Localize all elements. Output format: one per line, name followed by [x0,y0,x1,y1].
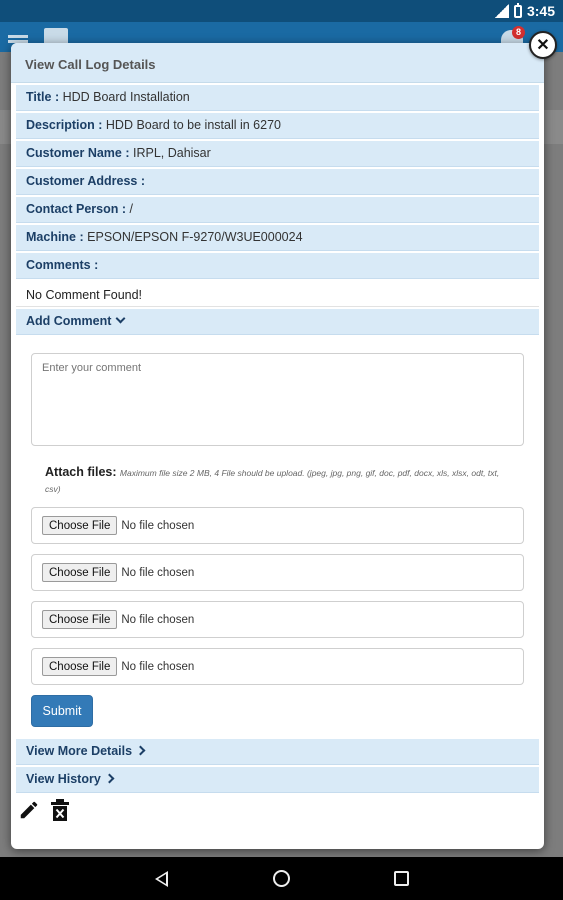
back-icon[interactable] [155,871,168,887]
file-input-4[interactable]: Choose File No file chosen [31,648,524,685]
call-log-modal: View Call Log Details Title : HDD Board … [11,43,544,849]
detail-value: HDD Board to be install in 6270 [105,118,281,132]
detail-row-contact-person: Contact Person : / [16,197,539,223]
recents-icon[interactable] [394,871,409,886]
file-input-3[interactable]: Choose File No file chosen [31,601,524,638]
no-comment-text: No Comment Found! [16,281,539,307]
file-status: No file chosen [121,660,195,673]
battery-icon [513,2,522,18]
comment-form: Attach files: Maximum file size 2 MB, 4 … [11,337,544,727]
choose-file-button[interactable]: Choose File [42,516,118,535]
file-status: No file chosen [121,566,195,579]
file-status: No file chosen [121,613,195,626]
detail-label: Customer Address : [26,174,146,188]
edit-icon[interactable] [18,799,40,821]
chevron-right-icon [135,745,146,756]
detail-row-customer-address: Customer Address : [16,169,539,195]
detail-label: Title : [26,90,60,104]
detail-row-customer-name: Customer Name : IRPL, Dahisar [16,141,539,167]
modal-title: View Call Log Details [11,43,544,83]
choose-file-button[interactable]: Choose File [42,563,118,582]
file-input-1[interactable]: Choose File No file chosen [31,507,524,544]
view-history-label: View History [26,772,101,786]
chevron-down-icon [115,313,126,324]
choose-file-button[interactable]: Choose File [42,657,118,676]
choose-file-button[interactable]: Choose File [42,610,118,629]
detail-value: / [129,202,133,216]
detail-label: Contact Person : [26,202,127,216]
home-icon[interactable] [273,870,290,887]
details-list: Title : HDD Board Installation Descripti… [11,83,544,335]
detail-row-comments: Comments : [16,253,539,279]
row-actions [18,799,70,821]
status-time: 3:45 [526,3,555,19]
detail-row-machine: Machine : EPSON/EPSON F-9270/W3UE000024 [16,225,539,251]
detail-label: Description : [26,118,103,132]
detail-label: Customer Name : [26,146,130,160]
delete-icon[interactable] [50,799,70,821]
notification-badge: 8 [512,26,525,39]
status-bar: 3:45 [0,0,563,22]
file-input-2[interactable]: Choose File No file chosen [31,554,524,591]
system-nav-bar [0,857,563,900]
add-comment-toggle[interactable]: Add Comment [16,309,539,335]
view-more-details-link[interactable]: View More Details [16,739,539,765]
detail-value: HDD Board Installation [62,90,190,104]
detail-value: EPSON/EPSON F-9270/W3UE000024 [87,230,303,244]
footer-links: View More Details View History [16,739,539,795]
detail-label: Comments : [26,258,99,272]
view-history-link[interactable]: View History [16,767,539,793]
detail-row-title: Title : HDD Board Installation [16,85,539,111]
detail-label: Machine : [26,230,84,244]
detail-row-description: Description : HDD Board to be install in… [16,113,539,139]
attach-label: Attach files: [45,465,117,479]
detail-value: IRPL, Dahisar [132,146,211,160]
menu-icon[interactable] [8,35,28,38]
close-icon[interactable]: ✕ [529,31,557,59]
comment-input[interactable] [31,353,524,446]
submit-button[interactable]: Submit [31,695,93,727]
signal-icon [494,4,509,18]
chevron-right-icon [104,773,115,784]
view-more-label: View More Details [26,744,133,758]
attach-info: Attach files: Maximum file size 2 MB, 4 … [45,465,510,497]
file-status: No file chosen [121,519,195,532]
add-comment-label: Add Comment [26,314,112,328]
